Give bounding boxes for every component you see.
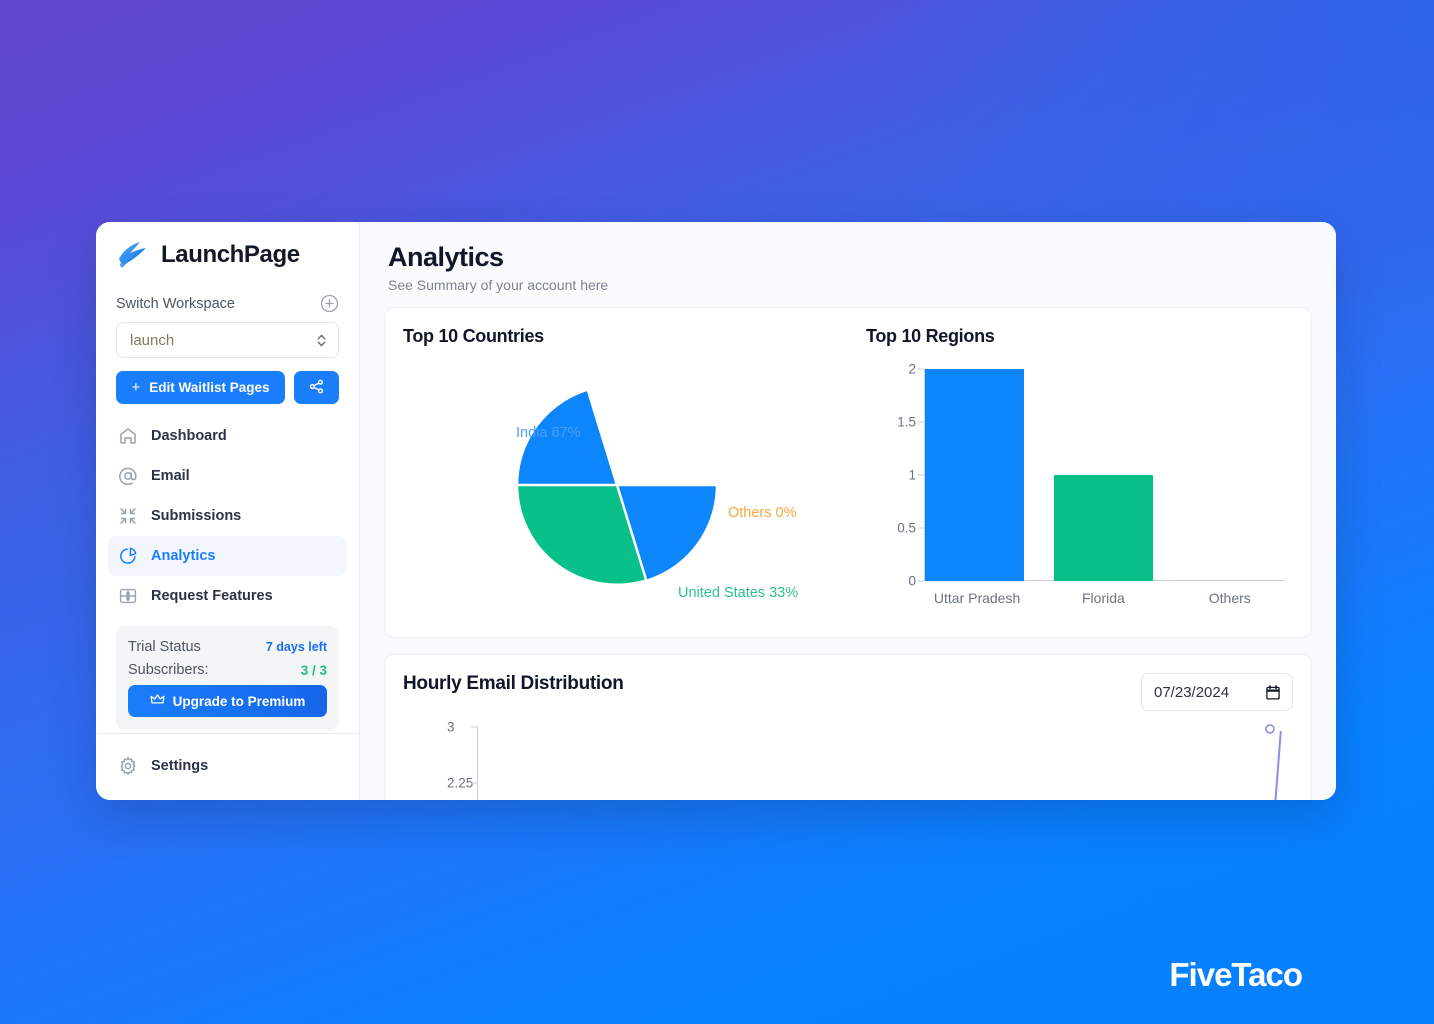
chevron-updown-icon bbox=[315, 331, 328, 350]
sidebar-item-label: Analytics bbox=[151, 548, 216, 564]
subscribers-label: Subscribers: bbox=[128, 662, 209, 678]
sidebar-nav: Dashboard Email Submissions Analytics Re… bbox=[96, 404, 359, 616]
minimize-arrows-icon bbox=[118, 506, 138, 526]
switch-workspace-label: Switch Workspace bbox=[116, 295, 235, 312]
trial-status-box: Trial Status 7 days left Subscribers: 3 … bbox=[116, 626, 339, 730]
workspace-select[interactable]: launch bbox=[116, 322, 339, 358]
share-button[interactable] bbox=[294, 371, 339, 404]
sidebar-item-label: Settings bbox=[151, 758, 209, 774]
sidebar-item-analytics[interactable]: Analytics bbox=[108, 536, 347, 576]
subscribers-value: 3 / 3 bbox=[300, 662, 327, 678]
bar-ytick: 0 bbox=[908, 573, 916, 589]
hourly-email-card: Hourly Email Distribution 07/23/2024 3 2… bbox=[384, 654, 1312, 800]
pie-label-others: Others 0% bbox=[728, 505, 797, 521]
app-window: LaunchPage Switch Workspace launch + Edi… bbox=[96, 222, 1336, 800]
page-title: Analytics bbox=[388, 242, 504, 272]
pie-chart-svg bbox=[516, 388, 717, 585]
pie-chart-area: India 67% Others 0% United States 33% bbox=[403, 347, 830, 617]
upgrade-to-premium-button[interactable]: Upgrade to Premium bbox=[128, 685, 327, 717]
brand: LaunchPage bbox=[96, 222, 359, 280]
bar-ytick: 0.5 bbox=[897, 520, 916, 536]
plus-icon: + bbox=[131, 379, 141, 396]
trial-status-label: Trial Status bbox=[128, 639, 201, 655]
sidebar-footer: Settings bbox=[96, 733, 359, 800]
plus-circle-icon[interactable] bbox=[320, 294, 339, 313]
sidebar-item-request-features[interactable]: Request Features bbox=[108, 576, 347, 616]
bar-ytick: 2 bbox=[908, 361, 916, 377]
top-countries-chart: Top 10 Countries India 67% Others 0% Uni… bbox=[385, 308, 848, 637]
bar-florida[interactable] bbox=[1053, 475, 1154, 581]
fivetaco-watermark: FiveTaco bbox=[1169, 956, 1303, 993]
page-header: Analytics See Summary of your account he… bbox=[360, 222, 1336, 307]
sidebar-item-submissions[interactable]: Submissions bbox=[108, 496, 347, 536]
bar-xtick: Florida bbox=[1082, 590, 1125, 606]
wave-logo-icon bbox=[116, 240, 150, 270]
edit-waitlist-pages-label: Edit Waitlist Pages bbox=[149, 380, 270, 395]
workspace-select-value: launch bbox=[130, 331, 175, 349]
top-countries-title: Top 10 Countries bbox=[403, 326, 544, 346]
bar-ytick: 1 bbox=[908, 467, 916, 483]
home-icon bbox=[118, 426, 138, 446]
page-subtitle: See Summary of your account here bbox=[388, 277, 609, 293]
sidebar-item-settings[interactable]: Settings bbox=[108, 746, 347, 786]
subscribers-row: Subscribers: 3 / 3 bbox=[128, 662, 327, 678]
sidebar-action-row: + Edit Waitlist Pages bbox=[96, 358, 359, 404]
trial-days-left: 7 days left bbox=[265, 640, 327, 654]
line-chart-area: 3 2.25 bbox=[403, 720, 1293, 800]
top-regions-title: Top 10 Regions bbox=[866, 326, 995, 346]
sidebar-item-label: Email bbox=[151, 468, 190, 484]
trial-status-row: Trial Status 7 days left bbox=[128, 639, 327, 655]
brand-name: LaunchPage bbox=[161, 241, 300, 268]
date-picker-value: 07/23/2024 bbox=[1154, 683, 1230, 701]
sidebar-item-email[interactable]: Email bbox=[108, 456, 347, 496]
sidebar-item-label: Dashboard bbox=[151, 428, 227, 444]
date-picker-input[interactable]: 07/23/2024 bbox=[1141, 673, 1293, 711]
bar-xtick: Others bbox=[1208, 590, 1251, 606]
upgrade-to-premium-label: Upgrade to Premium bbox=[172, 693, 306, 709]
pie-chart-icon bbox=[118, 546, 138, 566]
pie-label-united-states: United States 33% bbox=[678, 585, 799, 601]
pie-label-india: India 67% bbox=[516, 425, 581, 441]
top-regions-chart: Top 10 Regions 0 0.5 1 1.5 2 Uttar Prade bbox=[848, 308, 1311, 637]
edit-waitlist-pages-button[interactable]: + Edit Waitlist Pages bbox=[116, 371, 285, 404]
line-chart-series bbox=[403, 721, 1293, 800]
charts-card: Top 10 Countries India 67% Others 0% Uni… bbox=[384, 307, 1312, 638]
main-content: Analytics See Summary of your account he… bbox=[360, 222, 1336, 800]
sidebar-item-dashboard[interactable]: Dashboard bbox=[108, 416, 347, 456]
bar-chart-plot: 0 0.5 1 1.5 2 Uttar Pradesh Florida Othe… bbox=[897, 362, 1285, 606]
bar-xtick: Uttar Pradesh bbox=[933, 590, 1021, 606]
sidebar: LaunchPage Switch Workspace launch + Edi… bbox=[96, 222, 360, 800]
calendar-icon[interactable] bbox=[1266, 684, 1280, 700]
hourly-header: Hourly Email Distribution 07/23/2024 bbox=[403, 673, 1293, 711]
bar-uttar-pradesh[interactable] bbox=[925, 369, 1025, 581]
switch-workspace-row: Switch Workspace bbox=[96, 280, 359, 313]
sidebar-item-label: Request Features bbox=[151, 588, 273, 604]
bar-chart-area: 0 0.5 1 1.5 2 Uttar Pradesh Florida Othe… bbox=[866, 353, 1293, 623]
at-sign-icon bbox=[118, 466, 138, 486]
line-chart-marker bbox=[1265, 724, 1275, 734]
crown-icon bbox=[150, 693, 165, 709]
share-icon bbox=[309, 379, 324, 397]
gear-icon bbox=[118, 756, 138, 776]
sidebar-item-label: Submissions bbox=[151, 508, 242, 524]
feature-box-icon bbox=[118, 586, 138, 606]
hourly-email-title: Hourly Email Distribution bbox=[403, 673, 624, 694]
bar-ytick: 1.5 bbox=[897, 414, 916, 430]
